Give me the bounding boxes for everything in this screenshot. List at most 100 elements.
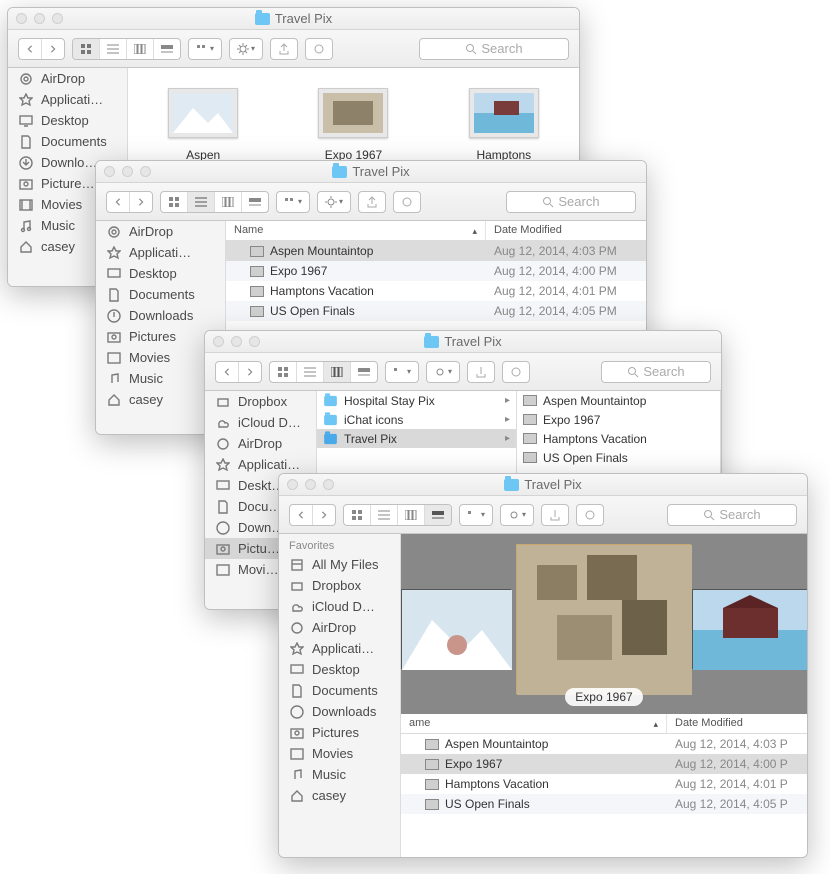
back-button[interactable] [19,39,42,59]
sidebar-item-airdrop[interactable]: AirDrop [279,617,400,638]
column-header-name[interactable]: Name▴ [226,221,486,240]
action-button[interactable]: ▾ [317,191,351,213]
coverflow-image-center[interactable] [516,544,691,694]
sidebar-item-icloud[interactable]: iCloud D… [205,412,316,433]
close-button[interactable] [104,166,115,177]
sidebar-item-desktop[interactable]: Desktop [96,263,225,284]
file-row[interactable]: US Open Finals [517,448,720,467]
column-header-name[interactable]: ame▴ [401,714,667,733]
sidebar-item-dropbox[interactable]: Dropbox [279,575,400,596]
sidebar-item-icloud[interactable]: iCloud D… [279,596,400,617]
titlebar[interactable]: Travel Pix [8,8,579,30]
column-view-button[interactable] [398,505,425,525]
arrange-button[interactable]: ▾ [459,504,493,526]
search-field[interactable]: Search [506,191,636,213]
file-row[interactable]: Expo 1967 [517,410,720,429]
sidebar-item-movies[interactable]: Movies [279,743,400,764]
close-button[interactable] [16,13,27,24]
sidebar-item-airdrop[interactable]: AirDrop [8,68,127,89]
sidebar-item-music[interactable]: Music [279,764,400,785]
file-row[interactable]: Aspen Mountaintop [517,391,720,410]
minimize-button[interactable] [122,166,133,177]
list-view-button[interactable] [188,192,215,212]
tags-button[interactable] [576,504,604,526]
action-button[interactable]: ▾ [229,38,263,60]
list-view-button[interactable] [100,39,127,59]
list-row[interactable]: Expo 1967Aug 12, 2014, 4:00 PM [226,261,646,281]
list-row[interactable]: Aspen MountaintopAug 12, 2014, 4:03 P [401,734,807,754]
sidebar-item-home[interactable]: casey [279,785,400,806]
sidebar-item-applications[interactable]: Applicati… [205,454,316,475]
zoom-button[interactable] [249,336,260,347]
titlebar[interactable]: Travel Pix [96,161,646,183]
list-row[interactable]: Hamptons VacationAug 12, 2014, 4:01 PM [226,281,646,301]
coverflow-view-button[interactable] [154,39,180,59]
sidebar-item-documents[interactable]: Documents [96,284,225,305]
zoom-button[interactable] [140,166,151,177]
sidebar-item-applications[interactable]: Applicati… [8,89,127,110]
sidebar-item-applications[interactable]: Applicati… [279,638,400,659]
arrange-button[interactable]: ▾ [385,361,419,383]
forward-button[interactable] [313,505,335,525]
minimize-button[interactable] [305,479,316,490]
folder-row[interactable]: Travel Pix▸ [317,429,516,448]
tags-button[interactable] [305,38,333,60]
icon-view-button[interactable] [344,505,371,525]
column-header-date[interactable]: Date Modified [486,221,646,240]
forward-button[interactable] [130,192,152,212]
column-view-button[interactable] [127,39,154,59]
icon-view-button[interactable] [73,39,100,59]
coverflow-view-button[interactable] [425,505,451,525]
coverflow-area[interactable]: Expo 1967 [401,534,807,714]
arrange-button[interactable]: ▾ [276,191,310,213]
back-button[interactable] [216,362,239,382]
sidebar-item-desktop[interactable]: Desktop [8,110,127,131]
coverflow-view-button[interactable] [242,192,268,212]
tags-button[interactable] [393,191,421,213]
coverflow-image-left[interactable] [401,589,511,669]
list-row[interactable]: Aspen MountaintopAug 12, 2014, 4:03 PM [226,241,646,261]
sidebar-item-applications[interactable]: Applicati… [96,242,225,263]
sidebar-item-allmyfiles[interactable]: All My Files [279,554,400,575]
back-button[interactable] [107,192,130,212]
sidebar-item-pictures[interactable]: Pictures [279,722,400,743]
share-button[interactable] [467,361,495,383]
folder-row[interactable]: Hospital Stay Pix▸ [317,391,516,410]
forward-button[interactable] [42,39,64,59]
list-row[interactable]: Hamptons VacationAug 12, 2014, 4:01 P [401,774,807,794]
coverflow-view-button[interactable] [351,362,377,382]
list-row[interactable]: US Open FinalsAug 12, 2014, 4:05 PM [226,301,646,321]
tags-button[interactable] [502,361,530,383]
action-button[interactable]: ▾ [500,504,534,526]
share-button[interactable] [358,191,386,213]
arrange-button[interactable]: ▾ [188,38,222,60]
list-row[interactable]: Expo 1967Aug 12, 2014, 4:00 P [401,754,807,774]
sidebar-item-documents[interactable]: Documents [8,131,127,152]
titlebar[interactable]: Travel Pix [205,331,721,353]
folder-row[interactable]: iChat icons▸ [317,410,516,429]
minimize-button[interactable] [231,336,242,347]
coverflow-image-right[interactable] [692,589,807,669]
sidebar-item-airdrop[interactable]: AirDrop [96,221,225,242]
list-view-button[interactable] [371,505,398,525]
search-field[interactable]: Search [667,504,797,526]
minimize-button[interactable] [34,13,45,24]
zoom-button[interactable] [52,13,63,24]
column-header-date[interactable]: Date Modified [667,714,807,733]
action-button[interactable]: ▾ [426,361,460,383]
sidebar-item-desktop[interactable]: Desktop [279,659,400,680]
column-view-button[interactable] [215,192,242,212]
sidebar-item-downloads[interactable]: Downloads [96,305,225,326]
list-row[interactable]: US Open FinalsAug 12, 2014, 4:05 P [401,794,807,814]
file-row[interactable]: Hamptons Vacation [517,429,720,448]
search-field[interactable]: Search [419,38,569,60]
search-field[interactable]: Search [601,361,711,383]
sidebar-item-dropbox[interactable]: Dropbox [205,391,316,412]
list-view-button[interactable] [297,362,324,382]
sidebar-item-documents[interactable]: Documents [279,680,400,701]
close-button[interactable] [287,479,298,490]
forward-button[interactable] [239,362,261,382]
icon-view-button[interactable] [270,362,297,382]
column-view-button[interactable] [324,362,351,382]
share-button[interactable] [541,504,569,526]
